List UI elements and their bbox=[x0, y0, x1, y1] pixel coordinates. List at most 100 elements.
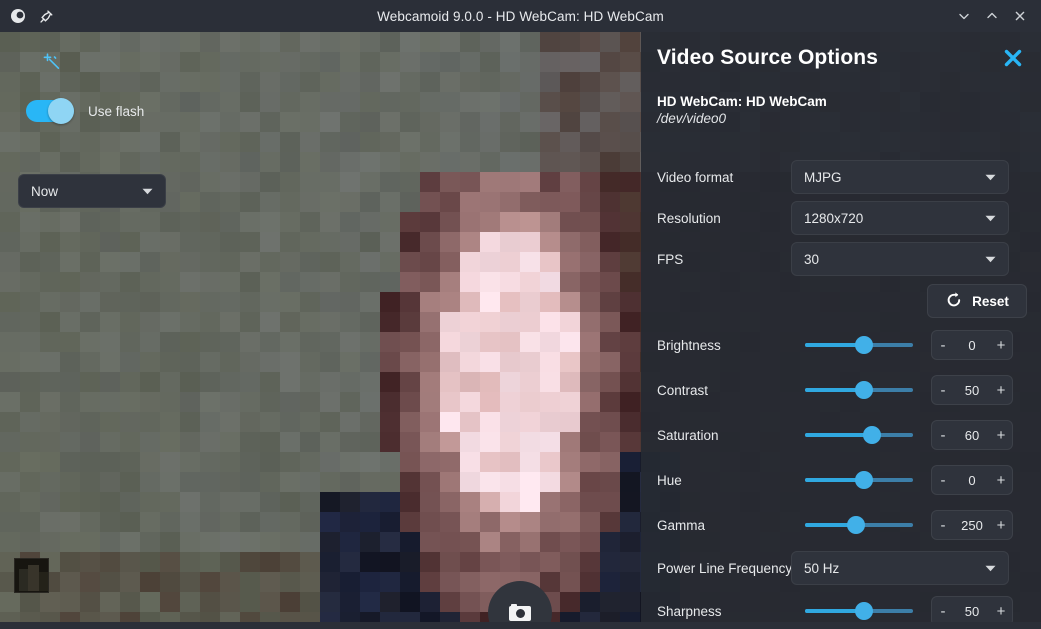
reset-label: Reset bbox=[972, 293, 1009, 309]
close-button[interactable] bbox=[1007, 3, 1033, 29]
timer-dropdown[interactable]: Now bbox=[18, 174, 166, 208]
power-line-frequency-dropdown[interactable]: 50 Hz bbox=[791, 551, 1009, 585]
saturation-slider-handle[interactable] bbox=[863, 426, 881, 444]
hue-value: 0 bbox=[968, 472, 976, 488]
sharpness-slider[interactable] bbox=[805, 600, 913, 622]
contrast-slider[interactable] bbox=[805, 379, 913, 401]
brightness-increment-button[interactable]: + bbox=[990, 338, 1012, 353]
power-line-frequency-value: 50 Hz bbox=[804, 560, 840, 576]
minimize-button[interactable] bbox=[951, 3, 977, 29]
fps-label: FPS bbox=[657, 251, 684, 267]
resolution-value: 1280x720 bbox=[804, 210, 864, 226]
hue-row: Hue -0 + bbox=[641, 463, 1041, 497]
contrast-slider-handle[interactable] bbox=[855, 381, 873, 399]
hue-label: Hue bbox=[657, 472, 682, 488]
contrast-decrement-button[interactable]: - bbox=[932, 383, 954, 398]
gamma-row: Gamma -250 + bbox=[641, 508, 1041, 542]
power-line-frequency-row: Power Line Frequency 50 Hz bbox=[641, 551, 1041, 585]
title-bar-left-icons bbox=[0, 4, 120, 28]
resolution-dropdown[interactable]: 1280x720 bbox=[791, 201, 1009, 235]
chevron-down-icon bbox=[982, 256, 996, 263]
chevron-down-icon bbox=[139, 188, 153, 195]
camera-icon bbox=[509, 603, 531, 621]
video-format-row: Video format MJPG bbox=[641, 160, 1041, 194]
panel-close-icon[interactable] bbox=[999, 44, 1027, 72]
saturation-slider[interactable] bbox=[805, 424, 913, 446]
saturation-value: 60 bbox=[964, 427, 980, 443]
gamma-slider[interactable] bbox=[805, 514, 913, 536]
flash-label: Use flash bbox=[88, 103, 145, 119]
reset-button[interactable]: Reset bbox=[927, 284, 1027, 318]
window-controls bbox=[921, 3, 1041, 29]
device-name: HD WebCam: HD WebCam bbox=[657, 94, 827, 109]
panel-header: Video Source Options bbox=[641, 32, 1041, 70]
gamma-decrement-button[interactable]: - bbox=[932, 518, 954, 533]
timer-dropdown-value: Now bbox=[31, 183, 59, 199]
brightness-row: Brightness -0 + bbox=[641, 328, 1041, 362]
saturation-decrement-button[interactable]: - bbox=[932, 428, 954, 443]
flash-toggle[interactable] bbox=[26, 98, 74, 124]
app-window: Webcamoid 9.0.0 - HD WebCam: HD WebCam U… bbox=[0, 0, 1041, 629]
fps-row: FPS 30 bbox=[641, 242, 1041, 276]
fps-dropdown[interactable]: 30 bbox=[791, 242, 1009, 276]
saturation-slider-fill bbox=[805, 433, 872, 437]
last-capture-thumbnail[interactable] bbox=[14, 558, 49, 593]
saturation-row: Saturation -60 + bbox=[641, 418, 1041, 452]
webcam-icon[interactable] bbox=[6, 4, 30, 28]
saturation-spinbox[interactable]: -60 + bbox=[931, 420, 1013, 450]
use-flash-control[interactable]: Use flash bbox=[26, 98, 145, 124]
brightness-slider-handle[interactable] bbox=[855, 336, 873, 354]
pin-icon[interactable] bbox=[34, 4, 58, 28]
title-bar: Webcamoid 9.0.0 - HD WebCam: HD WebCam bbox=[0, 0, 1041, 32]
brightness-label: Brightness bbox=[657, 337, 721, 353]
brightness-value: 0 bbox=[968, 337, 976, 353]
video-format-dropdown[interactable]: MJPG bbox=[791, 160, 1009, 194]
brightness-decrement-button[interactable]: - bbox=[932, 338, 954, 353]
gamma-slider-handle[interactable] bbox=[847, 516, 865, 534]
hue-slider-handle[interactable] bbox=[855, 471, 873, 489]
sharpness-spinbox[interactable]: -50 + bbox=[931, 596, 1013, 622]
hue-decrement-button[interactable]: - bbox=[932, 473, 954, 488]
reset-arrow-icon bbox=[945, 291, 963, 312]
sharpness-row: Sharpness -50 + bbox=[641, 594, 1041, 622]
sharpness-label: Sharpness bbox=[657, 603, 722, 619]
device-path: /dev/video0 bbox=[657, 111, 727, 126]
gamma-value: 250 bbox=[961, 517, 983, 533]
window-title: Webcamoid 9.0.0 - HD WebCam: HD WebCam bbox=[377, 8, 664, 24]
video-format-label: Video format bbox=[657, 169, 734, 185]
hue-slider[interactable] bbox=[805, 469, 913, 491]
flash-toggle-knob bbox=[48, 98, 74, 124]
video-format-value: MJPG bbox=[804, 169, 842, 185]
sharpness-value: 50 bbox=[964, 603, 980, 619]
brightness-spinbox[interactable]: -0 + bbox=[931, 330, 1013, 360]
contrast-spinbox[interactable]: -50 + bbox=[931, 375, 1013, 405]
hue-spinbox[interactable]: -0 + bbox=[931, 465, 1013, 495]
brightness-slider[interactable] bbox=[805, 334, 913, 356]
reset-row: Reset bbox=[641, 284, 1041, 318]
hue-increment-button[interactable]: + bbox=[990, 473, 1012, 488]
saturation-label: Saturation bbox=[657, 427, 719, 443]
video-source-options-panel: Video Source Options HD WebCam: HD WebCa… bbox=[641, 32, 1041, 622]
maximize-button[interactable] bbox=[979, 3, 1005, 29]
contrast-label: Contrast bbox=[657, 382, 709, 398]
fps-value: 30 bbox=[804, 251, 820, 267]
sharpness-slider-handle[interactable] bbox=[855, 602, 873, 620]
chevron-down-icon bbox=[982, 565, 996, 572]
resolution-label: Resolution bbox=[657, 210, 721, 226]
chevron-down-icon bbox=[982, 174, 996, 181]
sharpness-increment-button[interactable]: + bbox=[990, 604, 1012, 619]
status-bar bbox=[0, 622, 1041, 629]
chevron-down-icon bbox=[982, 215, 996, 222]
contrast-row: Contrast -50 + bbox=[641, 373, 1041, 407]
panel-title: Video Source Options bbox=[657, 46, 878, 69]
saturation-increment-button[interactable]: + bbox=[990, 428, 1012, 443]
contrast-value: 50 bbox=[964, 382, 980, 398]
gamma-increment-button[interactable]: + bbox=[990, 518, 1012, 533]
gamma-label: Gamma bbox=[657, 517, 706, 533]
contrast-increment-button[interactable]: + bbox=[990, 383, 1012, 398]
magic-wand-icon[interactable] bbox=[34, 46, 68, 80]
power-line-frequency-label: Power Line Frequency bbox=[657, 560, 793, 576]
resolution-row: Resolution 1280x720 bbox=[641, 201, 1041, 235]
sharpness-decrement-button[interactable]: - bbox=[932, 604, 954, 619]
gamma-spinbox[interactable]: -250 + bbox=[931, 510, 1013, 540]
